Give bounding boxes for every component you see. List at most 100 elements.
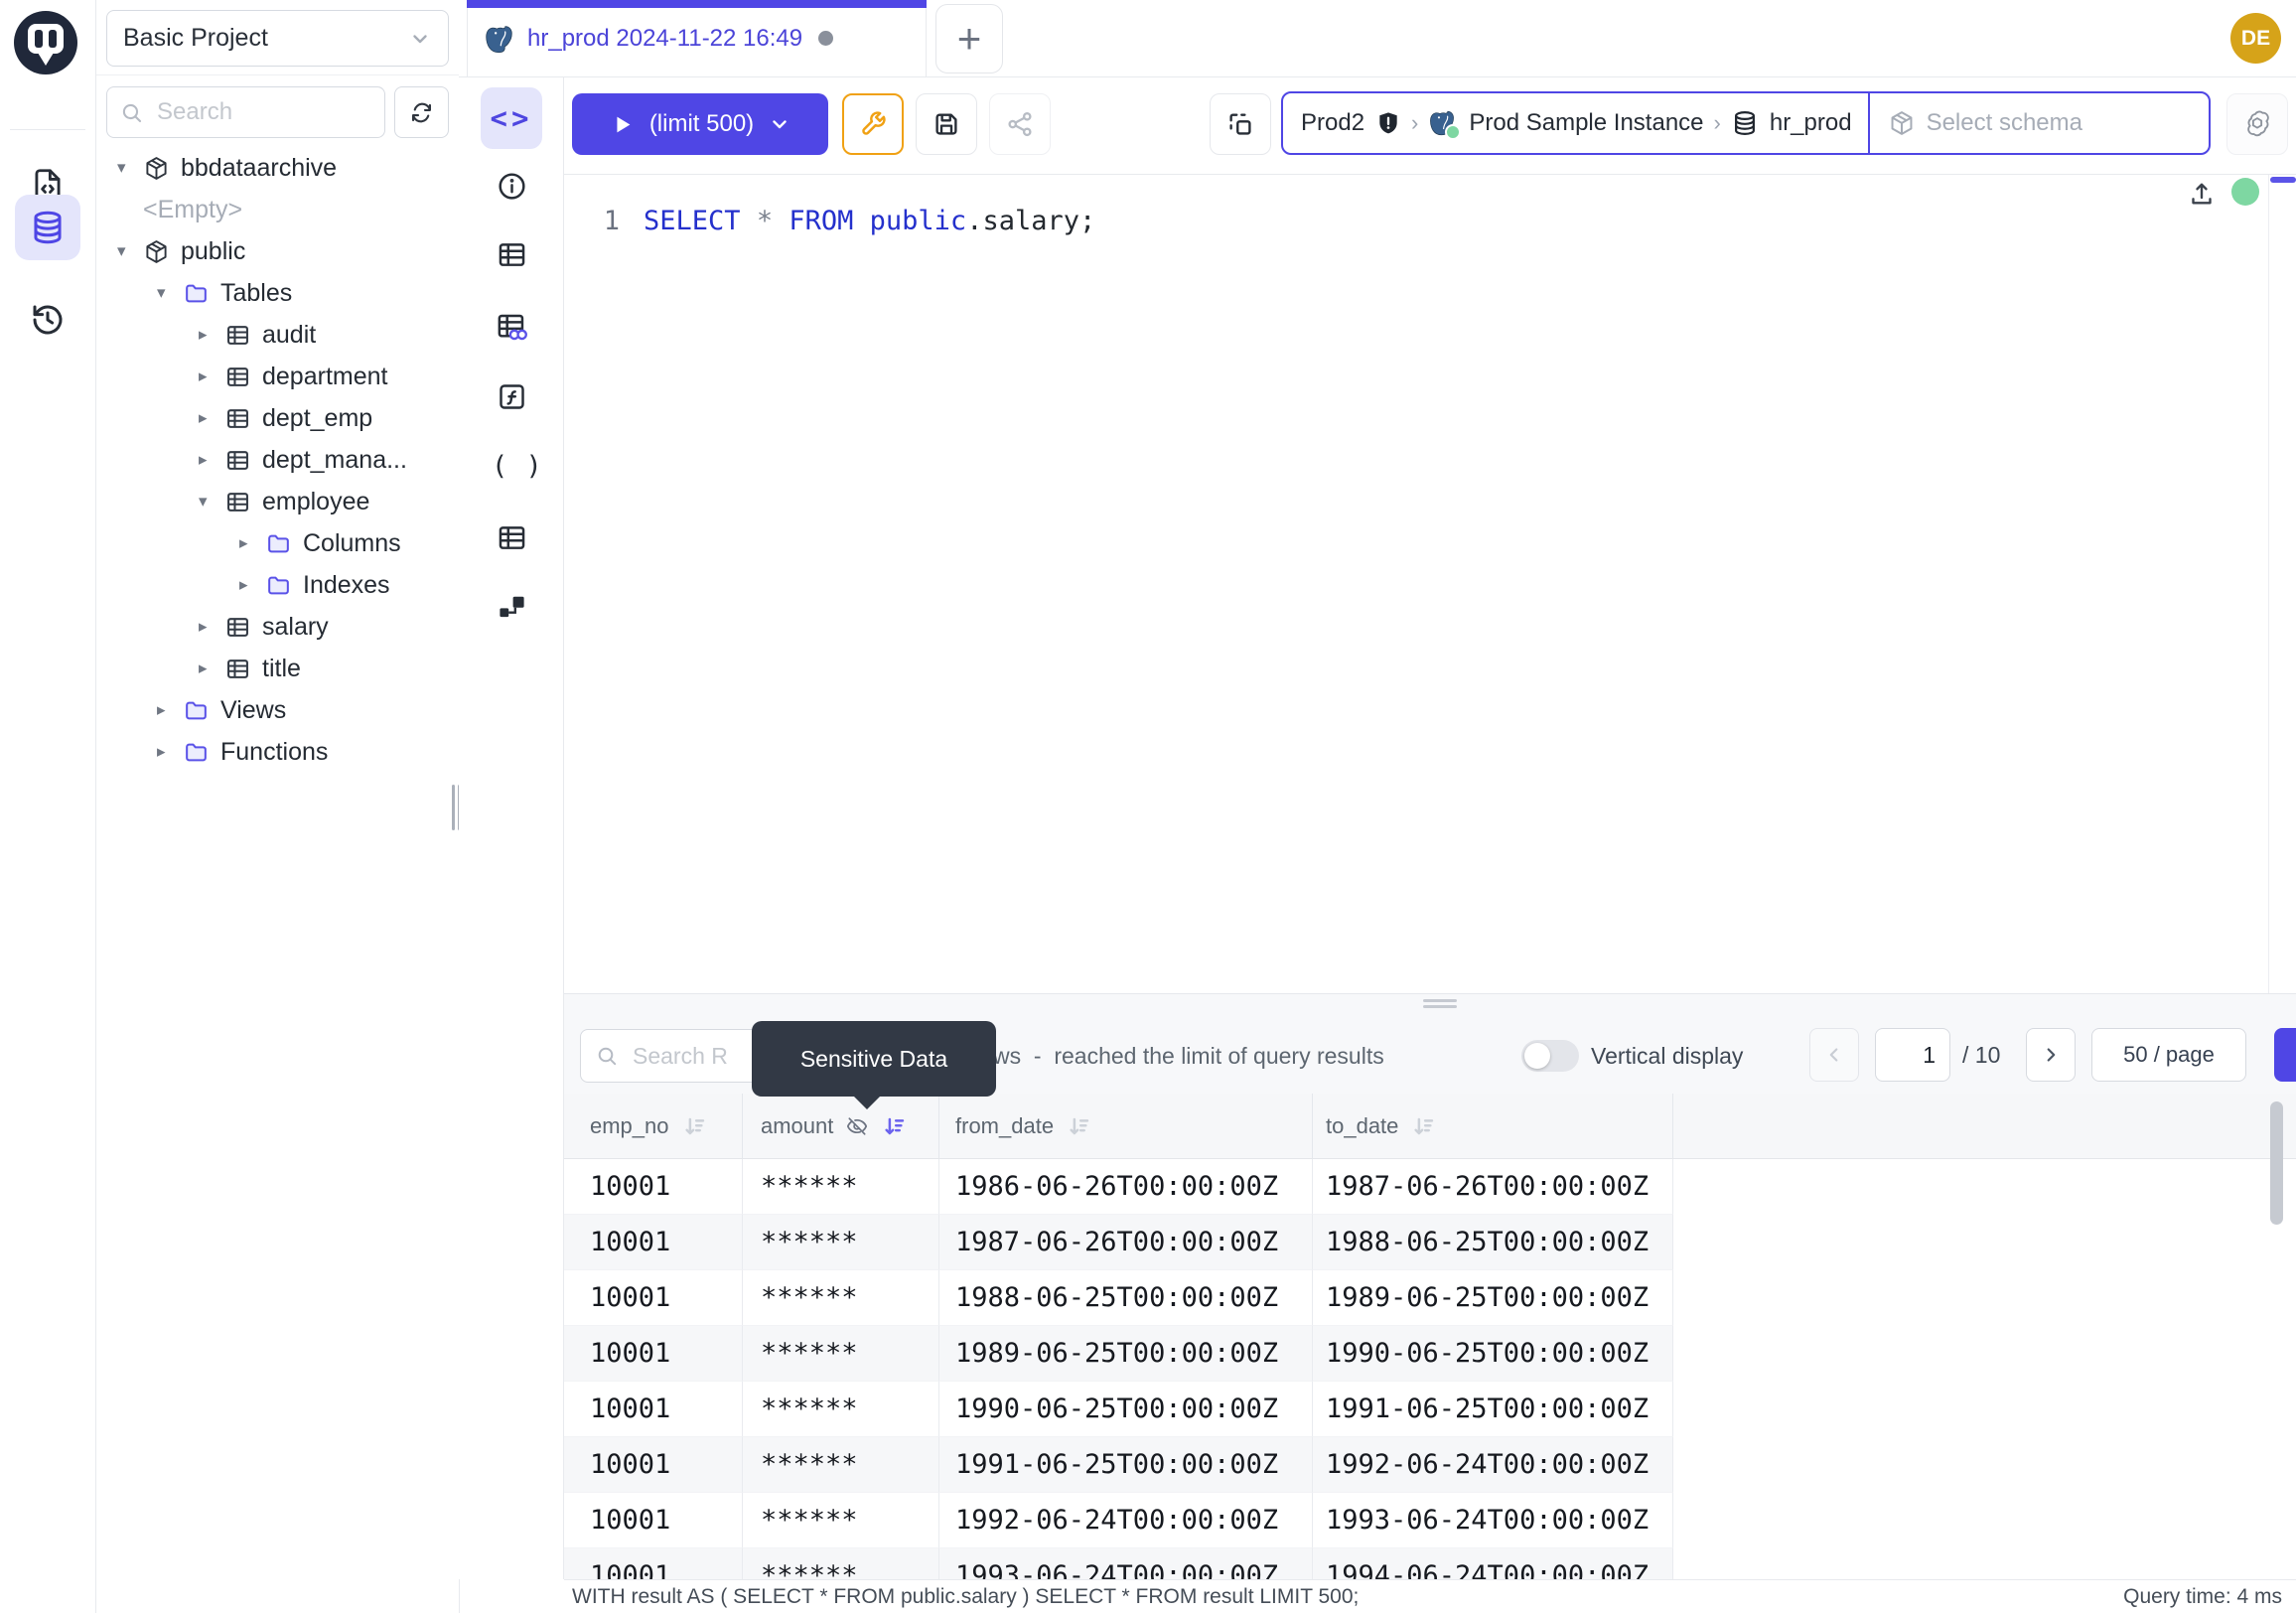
upload-icon[interactable] — [2187, 179, 2217, 209]
save-sheet-button[interactable] — [916, 93, 977, 155]
vertical-display-toggle[interactable] — [1521, 1040, 1579, 1072]
tree-item--empty-[interactable]: <Empty> — [96, 189, 459, 230]
tab-hr-prod[interactable]: hr_prod 2024-11-22 16:49 — [467, 0, 927, 76]
project-selector[interactable]: Basic Project — [106, 10, 449, 67]
tree-item-title[interactable]: ▸title — [96, 648, 459, 689]
column-header-emp_no[interactable]: emp_no — [564, 1094, 743, 1158]
table-cell[interactable]: ****** — [743, 1437, 939, 1493]
rail-item-databases[interactable] — [15, 195, 80, 260]
tables-panel-button[interactable] — [496, 238, 528, 271]
schema-selector[interactable]: Select schema — [1870, 109, 2100, 137]
new-tab-button[interactable]: + — [935, 4, 1003, 73]
table-row[interactable]: 10001******1987-06-26T00:00:00Z1988-06-2… — [564, 1215, 2296, 1270]
table-cell[interactable]: 10001 — [564, 1437, 743, 1493]
tree-item-tables[interactable]: ▾Tables — [96, 272, 459, 314]
tree-item-indexes[interactable]: ▸Indexes — [96, 564, 459, 606]
table-cell[interactable]: ****** — [743, 1159, 939, 1215]
table-cell[interactable]: 1992-06-24T00:00:00Z — [1313, 1437, 1673, 1493]
tree-item-bbdataarchive[interactable]: ▾bbdataarchive — [96, 147, 459, 189]
environment-segment[interactable]: Prod2 — [1301, 109, 1401, 137]
table-cell[interactable]: ****** — [743, 1215, 939, 1270]
table-cell[interactable]: 1987-06-26T00:00:00Z — [939, 1215, 1313, 1270]
column-header-to_date[interactable]: to_date — [1313, 1094, 1673, 1158]
tree-item-views[interactable]: ▸Views — [96, 689, 459, 731]
table-row[interactable]: 10001******1988-06-25T00:00:00Z1989-06-2… — [564, 1270, 2296, 1326]
table-cell[interactable]: 1986-06-26T00:00:00Z — [939, 1159, 1313, 1215]
table-cell[interactable]: 1988-06-25T00:00:00Z — [939, 1270, 1313, 1326]
sql-editor-area[interactable]: 1 SELECT * FROM public.salary; — [564, 175, 2296, 993]
prev-page-button[interactable] — [1809, 1028, 1859, 1082]
tree-item-audit[interactable]: ▸audit — [96, 314, 459, 356]
table-cell[interactable]: 10001 — [564, 1548, 743, 1579]
table-cell[interactable]: 1988-06-25T00:00:00Z — [1313, 1215, 1673, 1270]
table-cell[interactable]: 1992-06-24T00:00:00Z — [939, 1493, 1313, 1548]
table-cell[interactable]: 10001 — [564, 1382, 743, 1437]
table-row[interactable]: 10001******1992-06-24T00:00:00Z1993-06-2… — [564, 1493, 2296, 1548]
batch-mode-button[interactable] — [1210, 93, 1271, 155]
info-panel-button[interactable] — [496, 170, 528, 203]
table-cell[interactable]: 1990-06-25T00:00:00Z — [939, 1382, 1313, 1437]
procedures-panel-button[interactable]: ( ) — [492, 450, 543, 483]
table-cell[interactable]: 10001 — [564, 1270, 743, 1326]
tree-item-dept-emp[interactable]: ▸dept_emp — [96, 397, 459, 439]
results-scrollbar[interactable] — [2270, 1101, 2283, 1225]
run-query-button[interactable]: (limit 500) — [572, 93, 828, 155]
sidebar-search-input[interactable] — [155, 97, 372, 127]
page-size-select[interactable]: 50 / page — [2091, 1028, 2246, 1082]
tree-item-department[interactable]: ▸department — [96, 356, 459, 397]
functions-panel-button[interactable] — [496, 380, 528, 413]
ai-assistant-button[interactable] — [2226, 93, 2288, 155]
tree-item-salary[interactable]: ▸salary — [96, 606, 459, 648]
refresh-schema-button[interactable] — [394, 86, 449, 138]
schema-diagram-button[interactable] — [496, 591, 528, 624]
tree-item-employee[interactable]: ▾employee — [96, 481, 459, 522]
table-cell[interactable]: ****** — [743, 1548, 939, 1579]
column-header-amount[interactable]: amount — [743, 1094, 939, 1158]
table-cell[interactable]: 1987-06-26T00:00:00Z — [1313, 1159, 1673, 1215]
rail-item-history[interactable] — [15, 287, 80, 353]
tree-item-functions[interactable]: ▸Functions — [96, 731, 459, 773]
tree-item-columns[interactable]: ▸Columns — [96, 522, 459, 564]
page-number-input[interactable] — [1875, 1028, 1950, 1082]
next-page-button[interactable] — [2026, 1028, 2076, 1082]
table-cell[interactable]: 1991-06-25T00:00:00Z — [1313, 1382, 1673, 1437]
sort-icon[interactable] — [881, 1113, 907, 1139]
table-cell[interactable]: 1990-06-25T00:00:00Z — [1313, 1326, 1673, 1382]
tree-item-dept-mana-[interactable]: ▸dept_mana... — [96, 439, 459, 481]
table-cell[interactable]: 10001 — [564, 1159, 743, 1215]
table-row[interactable]: 10001******1986-06-26T00:00:00Z1987-06-2… — [564, 1159, 2296, 1215]
column-header-from_date[interactable]: from_date — [939, 1094, 1313, 1158]
table-cell[interactable]: 1993-06-24T00:00:00Z — [1313, 1493, 1673, 1548]
tree-item-public[interactable]: ▾public — [96, 230, 459, 272]
sort-icon[interactable] — [1410, 1113, 1436, 1139]
instance-segment[interactable]: Prod Sample Instance — [1428, 108, 1703, 138]
table-cell[interactable]: 10001 — [564, 1326, 743, 1382]
results-resize-handle[interactable] — [1423, 999, 1457, 1009]
table-cell[interactable]: ****** — [743, 1382, 939, 1437]
table-cell[interactable]: 1991-06-25T00:00:00Z — [939, 1437, 1313, 1493]
user-avatar[interactable]: DE — [2230, 13, 2281, 64]
table-cell[interactable]: 10001 — [564, 1493, 743, 1548]
connection-breadcrumb[interactable]: Prod2 › Prod Sample Instance › hr_prod S… — [1281, 91, 2211, 155]
table-cell[interactable]: ****** — [743, 1270, 939, 1326]
table-cell[interactable]: ****** — [743, 1493, 939, 1548]
format-sql-button[interactable] — [842, 93, 904, 155]
share-sheet-button[interactable] — [989, 93, 1051, 155]
table-cell[interactable]: 10001 — [564, 1215, 743, 1270]
sidebar-search[interactable] — [106, 86, 385, 138]
export-button[interactable] — [2274, 1028, 2296, 1082]
table-row[interactable]: 10001******1990-06-25T00:00:00Z1991-06-2… — [564, 1382, 2296, 1437]
sort-icon[interactable] — [681, 1113, 707, 1139]
sort-icon[interactable] — [1066, 1113, 1091, 1139]
table-cell[interactable]: ****** — [743, 1326, 939, 1382]
table-search-panel-button[interactable] — [496, 311, 528, 344]
database-segment[interactable]: hr_prod — [1731, 109, 1852, 137]
views-panel-button[interactable] — [496, 521, 528, 554]
table-cell[interactable]: 1993-06-24T00:00:00Z — [939, 1548, 1313, 1579]
table-cell[interactable]: 1989-06-25T00:00:00Z — [939, 1326, 1313, 1382]
table-row[interactable]: 10001******1989-06-25T00:00:00Z1990-06-2… — [564, 1326, 2296, 1382]
code-line[interactable]: 1 SELECT * FROM public.salary; — [564, 199, 1095, 242]
code-panel-button[interactable]: <> — [481, 87, 542, 149]
table-row[interactable]: 10001******1991-06-25T00:00:00Z1992-06-2… — [564, 1437, 2296, 1493]
table-cell[interactable]: 1989-06-25T00:00:00Z — [1313, 1270, 1673, 1326]
